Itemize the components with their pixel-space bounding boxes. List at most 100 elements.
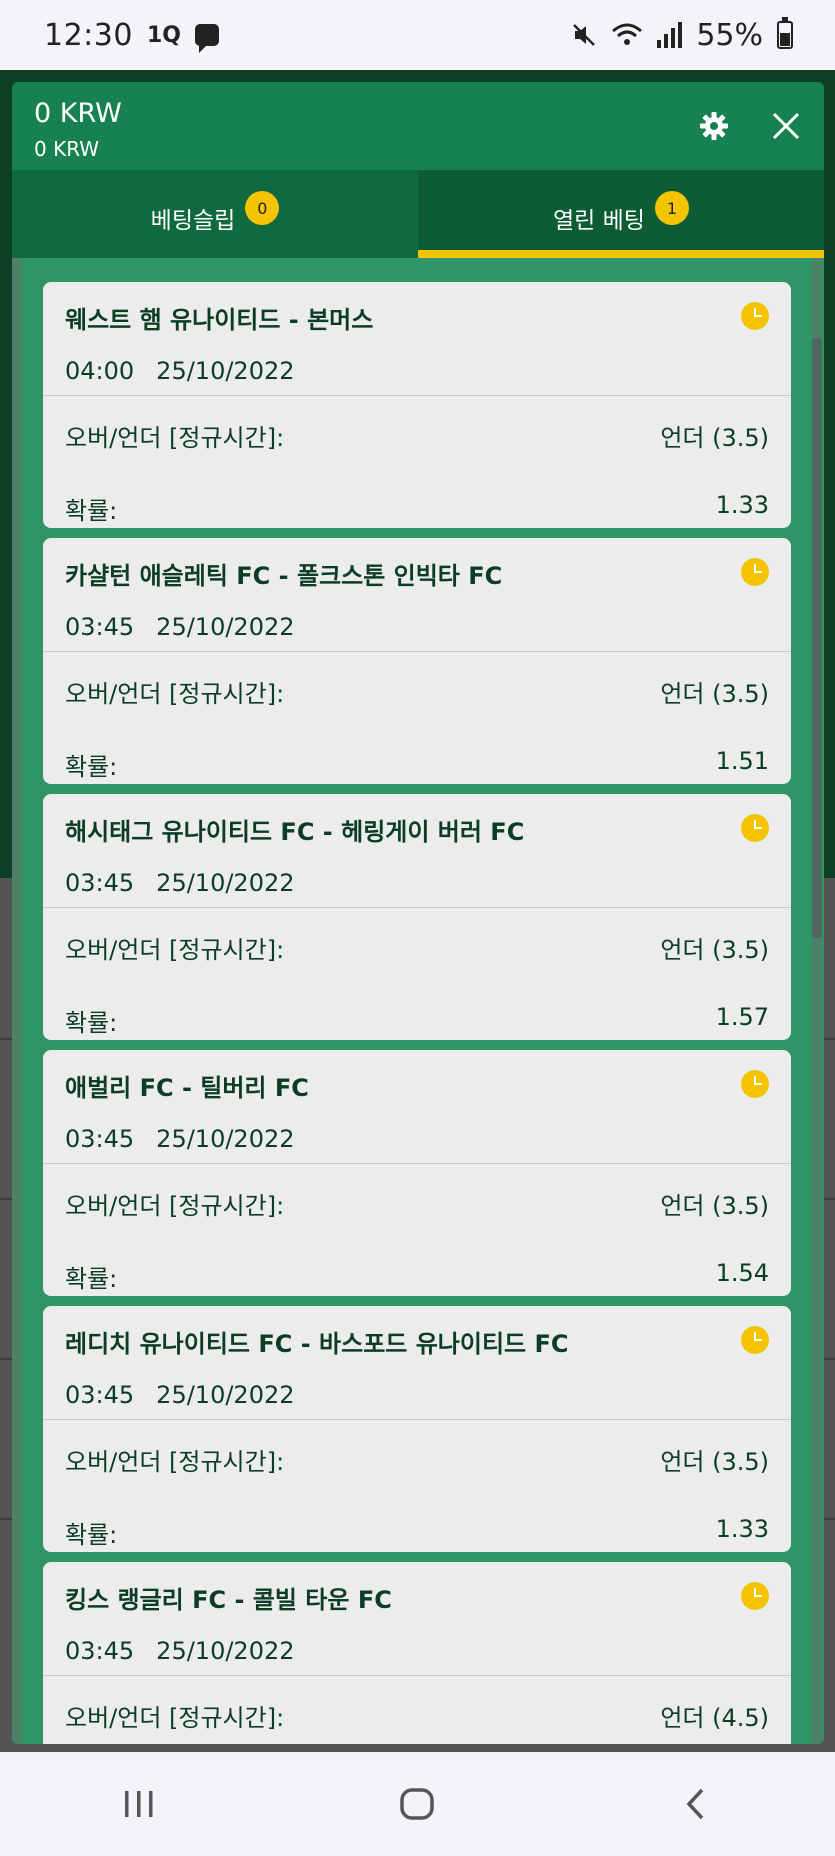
odds-label: 확률: bbox=[65, 1265, 118, 1293]
bet-card-header: 킹스 랭글리 FC - 콜빌 타운 FC 03:45 25/10/2022 bbox=[43, 1562, 791, 1676]
match-title: 애벌리 FC - 틸버리 FC bbox=[65, 1074, 309, 1102]
system-nav-bar bbox=[0, 1752, 835, 1856]
message-icon bbox=[194, 24, 219, 53]
match-time: 03:45 bbox=[65, 1125, 135, 1153]
modal-header: 0 KRW 0 KRW bbox=[12, 82, 824, 170]
back-button[interactable] bbox=[656, 1774, 736, 1834]
betslip-modal: 0 KRW 0 KRW 베팅슬립 0 열린 베팅 1 웨스트 햄 유나이티드 -… bbox=[12, 82, 824, 1744]
odds-row: 확률: 1.54 bbox=[43, 1259, 791, 1294]
scrollbar-thumb[interactable] bbox=[812, 338, 822, 938]
match-datetime: 03:45 25/10/2022 bbox=[65, 1125, 769, 1153]
match-title: 해시태그 유나이티드 FC - 헤링게이 버러 FC bbox=[65, 818, 525, 846]
match-time: 03:45 bbox=[65, 1637, 135, 1665]
tab-bar: 베팅슬립 0 열린 베팅 1 bbox=[12, 170, 824, 258]
match-title: 레디치 유나이티드 FC - 바스포드 유나이티드 FC bbox=[65, 1330, 569, 1358]
clock-icon bbox=[741, 1326, 769, 1354]
odds-label: 확률: bbox=[65, 753, 118, 781]
selection-value: 언더 (3.5) bbox=[660, 936, 769, 964]
match-time: 03:45 bbox=[65, 869, 135, 897]
clock-icon bbox=[741, 814, 769, 842]
match-title: 카샬턴 애슬레틱 FC - 폴크스톤 인빅타 FC bbox=[65, 562, 503, 590]
market-row: 오버/언더 [정규시간]: 언더 (3.5) bbox=[43, 674, 791, 709]
odds-value: 1.51 bbox=[715, 747, 769, 775]
odds-row: 확률: 1.57 bbox=[43, 1003, 791, 1038]
bet-card[interactable]: 웨스트 햄 유나이티드 - 본머스 04:00 25/10/2022 오버/언더 … bbox=[43, 282, 791, 528]
bet-list[interactable]: 웨스트 햄 유나이티드 - 본머스 04:00 25/10/2022 오버/언더 … bbox=[12, 258, 824, 1744]
selection-value: 언더 (3.5) bbox=[660, 1448, 769, 1476]
status-left: 12:30 1Q bbox=[44, 18, 219, 53]
bet-card-header: 레디치 유나이티드 FC - 바스포드 유나이티드 FC 03:45 25/10/… bbox=[43, 1306, 791, 1420]
market-label: 오버/언더 [정규시간]: bbox=[65, 1704, 285, 1732]
odds-value: 1.57 bbox=[715, 1003, 769, 1031]
odds-value: 1.33 bbox=[715, 491, 769, 519]
clock-icon bbox=[741, 558, 769, 586]
market-row: 오버/언더 [정규시간]: 언더 (3.5) bbox=[43, 930, 791, 965]
market-label: 오버/언더 [정규시간]: bbox=[65, 424, 285, 452]
battery-icon bbox=[777, 17, 793, 49]
match-title: 웨스트 햄 유나이티드 - 본머스 bbox=[65, 306, 374, 334]
close-icon[interactable] bbox=[768, 108, 804, 144]
market-row: 오버/언더 [정규시간]: 언더 (3.5) bbox=[43, 1186, 791, 1221]
match-date: 25/10/2022 bbox=[156, 1637, 295, 1665]
back-icon bbox=[686, 1788, 704, 1820]
bet-card-header: 해시태그 유나이티드 FC - 헤링게이 버러 FC 03:45 25/10/20… bbox=[43, 794, 791, 908]
sub-balance: 0 KRW bbox=[34, 137, 100, 161]
bet-card[interactable]: 해시태그 유나이티드 FC - 헤링게이 버러 FC 03:45 25/10/20… bbox=[43, 794, 791, 1040]
odds-label: 확률: bbox=[65, 1009, 118, 1037]
match-date: 25/10/2022 bbox=[156, 613, 295, 641]
tab-badge: 1 bbox=[654, 191, 689, 225]
gear-icon[interactable] bbox=[696, 108, 732, 144]
market-label: 오버/언더 [정규시간]: bbox=[65, 1448, 285, 1476]
header-actions bbox=[696, 108, 804, 144]
market-row: 오버/언더 [정규시간]: 언더 (3.5) bbox=[43, 418, 791, 453]
match-date: 25/10/2022 bbox=[156, 869, 295, 897]
home-icon bbox=[400, 1788, 435, 1820]
selection-value: 언더 (4.5) bbox=[660, 1704, 769, 1732]
status-time: 12:30 bbox=[44, 17, 133, 53]
match-time: 03:45 bbox=[65, 1381, 135, 1409]
odds-label: 확률: bbox=[65, 497, 118, 525]
match-time: 03:45 bbox=[65, 613, 135, 641]
signal-icon bbox=[657, 22, 683, 48]
carrier-icon: 1Q bbox=[146, 22, 181, 48]
match-datetime: 04:00 25/10/2022 bbox=[65, 357, 769, 385]
market-row: 오버/언더 [정규시간]: 언더 (4.5) bbox=[43, 1698, 791, 1733]
battery-percent: 55% bbox=[696, 17, 763, 53]
status-bar: 12:30 1Q 55% bbox=[0, 0, 835, 70]
tab-label: 베팅슬립 bbox=[150, 208, 236, 234]
bet-card-header: 애벌리 FC - 틸버리 FC 03:45 25/10/2022 bbox=[43, 1050, 791, 1164]
clock-icon bbox=[741, 302, 769, 330]
odds-row: 확률: 1.51 bbox=[43, 747, 791, 782]
market-label: 오버/언더 [정규시간]: bbox=[65, 936, 285, 964]
match-date: 25/10/2022 bbox=[156, 1381, 295, 1409]
odds-row: 확률: 1.33 bbox=[43, 491, 791, 526]
bet-card[interactable]: 애벌리 FC - 틸버리 FC 03:45 25/10/2022 오버/언더 [정… bbox=[43, 1050, 791, 1296]
bet-card[interactable]: 카샬턴 애슬레틱 FC - 폴크스톤 인빅타 FC 03:45 25/10/202… bbox=[43, 538, 791, 784]
clock-icon bbox=[741, 1070, 769, 1098]
odds-value: 1.33 bbox=[715, 1515, 769, 1543]
home-button[interactable] bbox=[377, 1774, 457, 1834]
match-time: 04:00 bbox=[65, 357, 135, 385]
recent-apps-button[interactable] bbox=[99, 1774, 179, 1834]
tab-badge: 0 bbox=[245, 191, 280, 225]
list-edge bbox=[12, 258, 22, 1744]
tab-label: 열린 베팅 bbox=[553, 208, 645, 234]
selection-value: 언더 (3.5) bbox=[660, 424, 769, 452]
match-datetime: 03:45 25/10/2022 bbox=[65, 613, 769, 641]
recent-apps-icon bbox=[125, 1791, 153, 1817]
balance: 0 KRW bbox=[34, 98, 122, 129]
bet-card[interactable]: 레디치 유나이티드 FC - 바스포드 유나이티드 FC 03:45 25/10/… bbox=[43, 1306, 791, 1552]
market-label: 오버/언더 [정규시간]: bbox=[65, 1192, 285, 1220]
odds-value: 1.54 bbox=[715, 1259, 769, 1287]
clock-icon bbox=[741, 1582, 769, 1610]
market-label: 오버/언더 [정규시간]: bbox=[65, 680, 285, 708]
match-date: 25/10/2022 bbox=[156, 357, 295, 385]
bet-card[interactable]: 킹스 랭글리 FC - 콜빌 타운 FC 03:45 25/10/2022 오버/… bbox=[43, 1562, 791, 1744]
match-datetime: 03:45 25/10/2022 bbox=[65, 869, 769, 897]
tab-open-bets[interactable]: 열린 베팅 1 bbox=[418, 170, 824, 258]
bet-card-header: 웨스트 햄 유나이티드 - 본머스 04:00 25/10/2022 bbox=[43, 282, 791, 396]
match-date: 25/10/2022 bbox=[156, 1125, 295, 1153]
match-datetime: 03:45 25/10/2022 bbox=[65, 1381, 769, 1409]
status-right: 55% bbox=[571, 17, 793, 53]
tab-betslip[interactable]: 베팅슬립 0 bbox=[12, 170, 418, 258]
